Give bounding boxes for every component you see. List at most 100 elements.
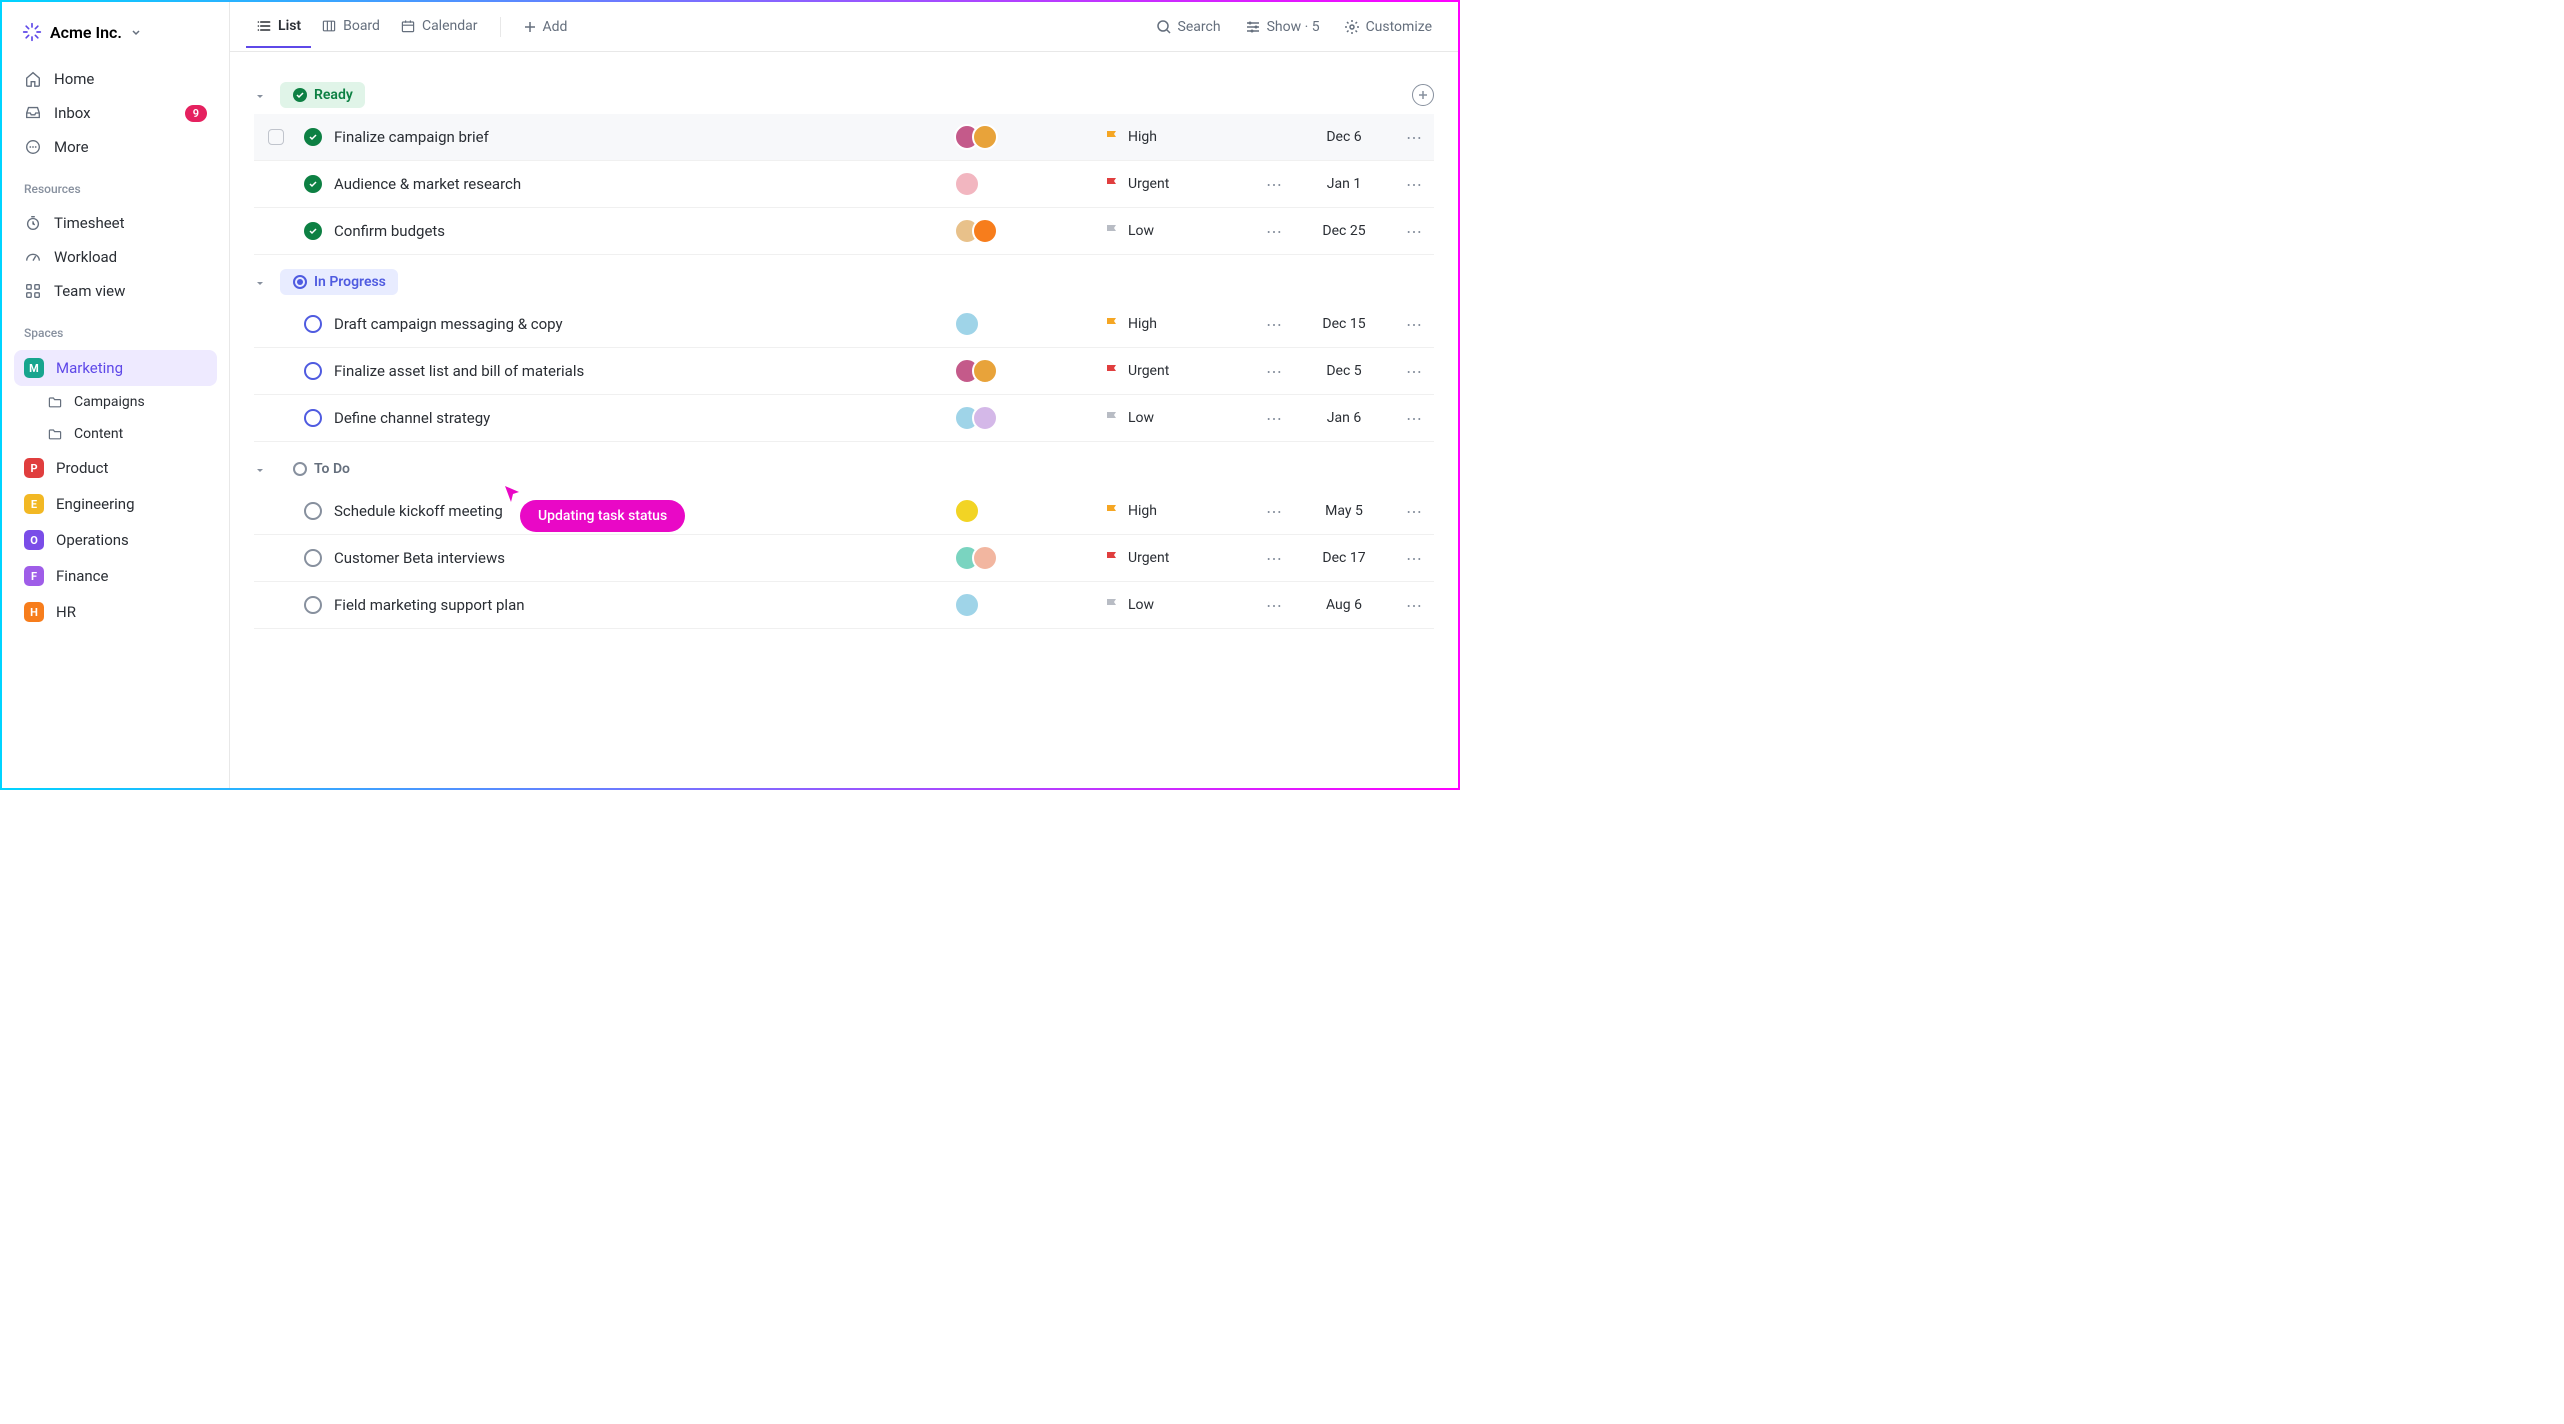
avatar[interactable] (972, 124, 998, 150)
nav-home[interactable]: Home (14, 62, 217, 96)
task-priority[interactable]: Low (1104, 223, 1254, 239)
avatar[interactable] (954, 498, 980, 524)
task-priority[interactable]: Urgent (1104, 176, 1254, 192)
task-more-icon[interactable]: ⋯ (1266, 222, 1282, 241)
space-marketing[interactable]: M Marketing (14, 350, 217, 386)
customize-button[interactable]: Customize (1334, 13, 1442, 41)
task-row[interactable]: Schedule kickoff meeting High ⋯ May 5 ⋯ (254, 488, 1434, 535)
task-actions-icon[interactable]: ⋯ (1406, 128, 1422, 147)
task-row[interactable]: Audience & market research Urgent ⋯ Jan … (254, 161, 1434, 208)
status-chip[interactable]: In Progress (280, 269, 398, 295)
avatar[interactable] (972, 218, 998, 244)
avatar[interactable] (972, 358, 998, 384)
spaces-section-label: Spaces (14, 312, 217, 346)
task-date[interactable]: Jan 6 (1294, 410, 1394, 426)
task-priority[interactable]: High (1104, 503, 1254, 519)
task-row[interactable]: Define channel strategy Low ⋯ Jan 6 ⋯ (254, 395, 1434, 442)
task-date[interactable]: Aug 6 (1294, 597, 1394, 613)
avatar[interactable] (972, 405, 998, 431)
nav-inbox[interactable]: Inbox 9 (14, 96, 217, 130)
task-date[interactable]: May 5 (1294, 503, 1394, 519)
task-date[interactable]: Dec 15 (1294, 316, 1394, 332)
status-dot-open[interactable] (304, 362, 322, 380)
status-dot-done[interactable] (304, 175, 322, 193)
task-priority[interactable]: High (1104, 316, 1254, 332)
task-date[interactable]: Dec 6 (1294, 129, 1394, 145)
resource-grid[interactable]: Team view (14, 274, 217, 308)
task-date[interactable]: Jan 1 (1294, 176, 1394, 192)
task-priority[interactable]: Low (1104, 410, 1254, 426)
task-name: Confirm budgets (328, 222, 954, 240)
task-priority[interactable]: Urgent (1104, 550, 1254, 566)
folder-campaigns[interactable]: Campaigns (14, 386, 217, 418)
view-tab-calendar[interactable]: Calendar (390, 6, 488, 48)
task-row[interactable]: Finalize asset list and bill of material… (254, 348, 1434, 395)
task-actions-icon[interactable]: ⋯ (1406, 222, 1422, 241)
task-actions-icon[interactable]: ⋯ (1406, 409, 1422, 428)
status-dot-open[interactable] (304, 315, 322, 333)
status-dot-todo[interactable] (304, 549, 322, 567)
task-priority[interactable]: High (1104, 129, 1254, 145)
status-dot-done[interactable] (304, 128, 322, 146)
task-actions-icon[interactable]: ⋯ (1406, 549, 1422, 568)
task-priority[interactable]: Urgent (1104, 363, 1254, 379)
add-task-button[interactable] (1412, 84, 1434, 106)
task-more-icon[interactable]: ⋯ (1266, 596, 1282, 615)
workspace-switcher[interactable]: Acme Inc. (14, 16, 217, 48)
task-more-icon[interactable]: ⋯ (1266, 175, 1282, 194)
task-row[interactable]: Confirm budgets Low ⋯ Dec 25 ⋯ (254, 208, 1434, 255)
task-assignees (954, 218, 1104, 244)
search-button[interactable]: Search (1146, 13, 1231, 41)
task-more-icon[interactable]: ⋯ (1266, 502, 1282, 521)
task-actions-icon[interactable]: ⋯ (1406, 502, 1422, 521)
flag-icon (1104, 410, 1120, 426)
avatar[interactable] (972, 545, 998, 571)
status-chip[interactable]: To Do (280, 456, 362, 482)
task-row[interactable]: Finalize campaign brief High Dec 6 ⋯ (254, 114, 1434, 161)
avatar[interactable] (954, 311, 980, 337)
space-hr[interactable]: H HR (14, 594, 217, 630)
task-more-icon[interactable]: ⋯ (1266, 549, 1282, 568)
gauge-icon (24, 248, 42, 266)
status-dot-todo[interactable] (304, 596, 322, 614)
resource-timer[interactable]: Timesheet (14, 206, 217, 240)
flag-icon (1104, 223, 1120, 239)
collapse-button[interactable] (254, 274, 270, 290)
add-view-button[interactable]: Add (513, 13, 578, 41)
collapse-button[interactable] (254, 461, 270, 477)
folder-label: Content (74, 426, 123, 442)
task-actions-icon[interactable]: ⋯ (1406, 596, 1422, 615)
status-chip[interactable]: Ready (280, 82, 365, 108)
avatar[interactable] (954, 592, 980, 618)
task-actions-icon[interactable]: ⋯ (1406, 315, 1422, 334)
folder-content[interactable]: Content (14, 418, 217, 450)
task-row[interactable]: Draft campaign messaging & copy High ⋯ D… (254, 301, 1434, 348)
space-finance[interactable]: F Finance (14, 558, 217, 594)
task-date[interactable]: Dec 17 (1294, 550, 1394, 566)
status-dot-todo[interactable] (304, 502, 322, 520)
task-checkbox[interactable] (268, 129, 284, 145)
task-more-icon[interactable]: ⋯ (1266, 362, 1282, 381)
task-date[interactable]: Dec 5 (1294, 363, 1394, 379)
avatar[interactable] (954, 171, 980, 197)
status-dot-done[interactable] (304, 222, 322, 240)
show-options-button[interactable]: Show · 5 (1235, 13, 1330, 41)
view-tab-board[interactable]: Board (311, 6, 390, 48)
collapse-button[interactable] (254, 87, 270, 103)
task-more-icon[interactable]: ⋯ (1266, 409, 1282, 428)
inbox-icon (24, 104, 42, 122)
task-row[interactable]: Customer Beta interviews Urgent ⋯ Dec 17… (254, 535, 1434, 582)
task-more-icon[interactable]: ⋯ (1266, 315, 1282, 334)
space-product[interactable]: P Product (14, 450, 217, 486)
status-dot-open[interactable] (304, 409, 322, 427)
task-row[interactable]: Field marketing support plan Low ⋯ Aug 6… (254, 582, 1434, 629)
task-actions-icon[interactable]: ⋯ (1406, 175, 1422, 194)
task-priority[interactable]: Low (1104, 597, 1254, 613)
task-actions-icon[interactable]: ⋯ (1406, 362, 1422, 381)
space-operations[interactable]: O Operations (14, 522, 217, 558)
nav-more[interactable]: More (14, 130, 217, 164)
task-date[interactable]: Dec 25 (1294, 223, 1394, 239)
view-tab-list[interactable]: List (246, 6, 311, 48)
resource-gauge[interactable]: Workload (14, 240, 217, 274)
space-engineering[interactable]: E Engineering (14, 486, 217, 522)
